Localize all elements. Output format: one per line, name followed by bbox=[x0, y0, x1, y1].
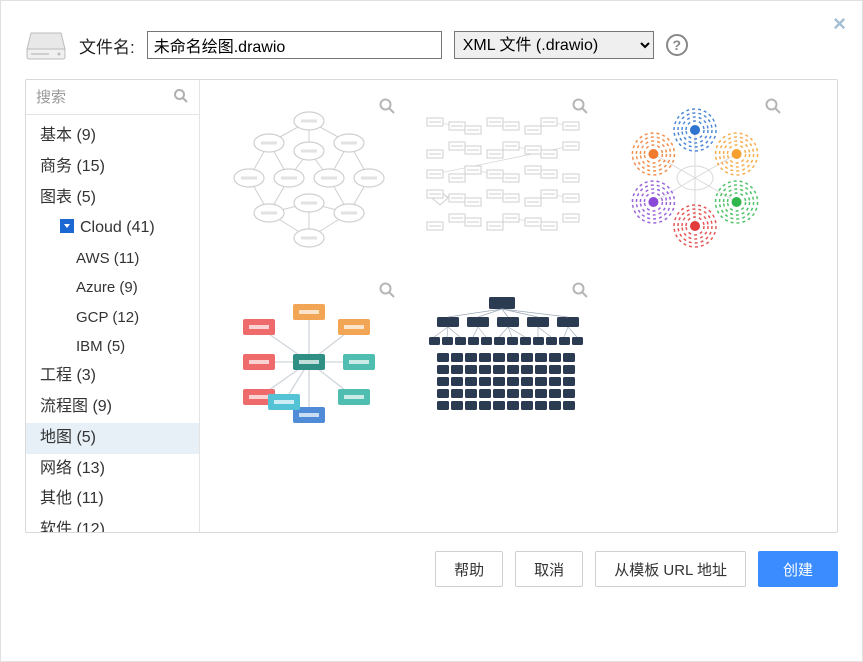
template-preview bbox=[224, 287, 394, 437]
search-input[interactable] bbox=[30, 84, 195, 110]
category-label: Cloud (41) bbox=[80, 219, 155, 236]
category-label: Azure (9) bbox=[76, 279, 138, 296]
category-item[interactable]: 软件 (12) bbox=[26, 515, 199, 532]
search-wrap bbox=[26, 80, 199, 115]
category-item[interactable]: 基本 (9) bbox=[26, 121, 199, 152]
filename-label: 文件名: bbox=[79, 33, 135, 58]
cancel-button[interactable]: 取消 bbox=[515, 551, 583, 587]
expand-toggle-icon[interactable] bbox=[60, 219, 74, 233]
close-icon[interactable]: × bbox=[833, 11, 846, 37]
category-item[interactable]: 流程图 (9) bbox=[26, 392, 199, 423]
template-thumbnail[interactable] bbox=[602, 92, 787, 264]
category-list[interactable]: 基本 (9) 商务 (15) 图表 (5) Cloud (41) AWS (11) Azu… bbox=[26, 115, 199, 532]
category-label: 商务 (15) bbox=[40, 158, 105, 175]
template-preview bbox=[610, 103, 780, 253]
category-label: 工程 (3) bbox=[40, 367, 96, 384]
category-item[interactable]: Azure (9) bbox=[26, 273, 199, 302]
zoom-icon[interactable] bbox=[378, 281, 396, 299]
help-icon[interactable]: ? bbox=[666, 34, 688, 56]
template-thumbnail[interactable] bbox=[409, 276, 594, 448]
template-thumbnail[interactable] bbox=[216, 92, 401, 264]
category-label: 图表 (5) bbox=[40, 189, 96, 206]
category-item[interactable]: GCP (12) bbox=[26, 303, 199, 332]
template-preview bbox=[224, 103, 394, 253]
zoom-icon[interactable] bbox=[571, 281, 589, 299]
create-button[interactable]: 创建 bbox=[758, 551, 838, 587]
category-item[interactable]: IBM (5) bbox=[26, 332, 199, 361]
category-label: 基本 (9) bbox=[40, 127, 96, 144]
category-label: 其他 (11) bbox=[40, 490, 104, 507]
new-file-dialog: × 文件名: XML 文件 (.drawio) ? 基本 (9)商务 (1 bbox=[0, 0, 863, 662]
category-item[interactable]: 其他 (11) bbox=[26, 484, 199, 515]
category-item[interactable]: 图表 (5) bbox=[26, 183, 199, 214]
category-label: AWS (11) bbox=[76, 250, 139, 267]
category-label: 流程图 (9) bbox=[40, 398, 112, 415]
category-item[interactable]: 商务 (15) bbox=[26, 152, 199, 183]
main-area: 基本 (9) 商务 (15) 图表 (5) Cloud (41) AWS (11) Azu… bbox=[25, 79, 838, 533]
category-item[interactable]: AWS (11) bbox=[26, 244, 199, 273]
category-label: 软件 (12) bbox=[40, 521, 105, 532]
template-preview bbox=[417, 287, 587, 437]
category-item[interactable]: 地图 (5) bbox=[26, 423, 199, 454]
category-item[interactable]: 工程 (3) bbox=[26, 361, 199, 392]
template-thumbnail[interactable] bbox=[216, 276, 401, 448]
category-label: GCP (12) bbox=[76, 309, 139, 326]
sidebar: 基本 (9) 商务 (15) 图表 (5) Cloud (41) AWS (11) Azu… bbox=[26, 80, 200, 532]
filename-input[interactable] bbox=[147, 31, 442, 59]
zoom-icon[interactable] bbox=[571, 97, 589, 115]
zoom-icon[interactable] bbox=[378, 97, 396, 115]
from-template-url-button[interactable]: 从模板 URL 地址 bbox=[595, 551, 746, 587]
category-label: 地图 (5) bbox=[40, 429, 96, 446]
category-label: 网络 (13) bbox=[40, 460, 105, 477]
header-row: 文件名: XML 文件 (.drawio) ? bbox=[25, 29, 838, 61]
template-grid bbox=[200, 80, 837, 532]
template-preview bbox=[417, 103, 587, 253]
search-icon[interactable] bbox=[173, 88, 189, 104]
category-item[interactable]: 网络 (13) bbox=[26, 454, 199, 485]
template-thumbnail[interactable] bbox=[409, 92, 594, 264]
category-item[interactable]: Cloud (41) bbox=[26, 213, 199, 244]
zoom-icon[interactable] bbox=[764, 97, 782, 115]
category-label: IBM (5) bbox=[76, 338, 125, 355]
footer: 帮助 取消 从模板 URL 地址 创建 bbox=[25, 551, 838, 587]
drive-icon bbox=[25, 29, 67, 61]
help-button[interactable]: 帮助 bbox=[435, 551, 503, 587]
file-format-select[interactable]: XML 文件 (.drawio) bbox=[454, 31, 654, 59]
